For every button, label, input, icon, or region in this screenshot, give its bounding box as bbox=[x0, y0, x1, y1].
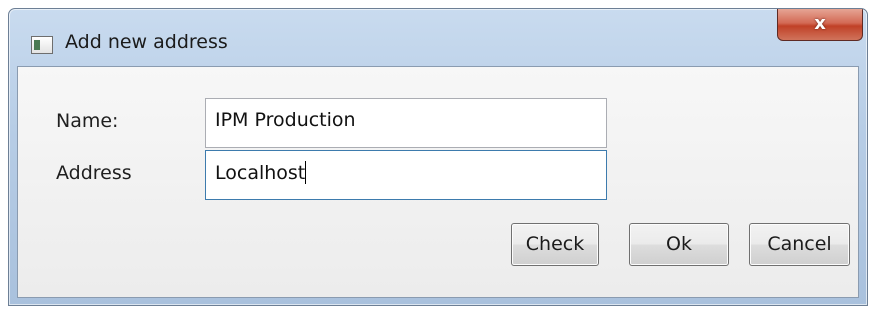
address-label: Address bbox=[56, 162, 132, 184]
title-bar[interactable]: Add new address x bbox=[9, 9, 867, 66]
dialog-window: Add new address x Name: IPM Production A… bbox=[8, 8, 868, 306]
name-field-value: IPM Production bbox=[215, 109, 356, 131]
name-field[interactable]: IPM Production bbox=[205, 98, 607, 148]
dialog-content: Name: IPM Production Address Localhost C… bbox=[17, 66, 859, 298]
text-caret bbox=[305, 161, 307, 184]
check-button[interactable]: Check bbox=[511, 223, 599, 266]
close-button[interactable]: x bbox=[777, 9, 863, 41]
window-title: Add new address bbox=[65, 31, 228, 53]
close-icon: x bbox=[814, 13, 826, 34]
address-field-value: Localhost bbox=[215, 162, 306, 184]
name-label: Name: bbox=[56, 110, 119, 132]
ok-button[interactable]: Ok bbox=[629, 223, 729, 266]
cancel-button[interactable]: Cancel bbox=[749, 223, 850, 266]
window-icon bbox=[31, 36, 53, 54]
address-field[interactable]: Localhost bbox=[205, 150, 607, 200]
